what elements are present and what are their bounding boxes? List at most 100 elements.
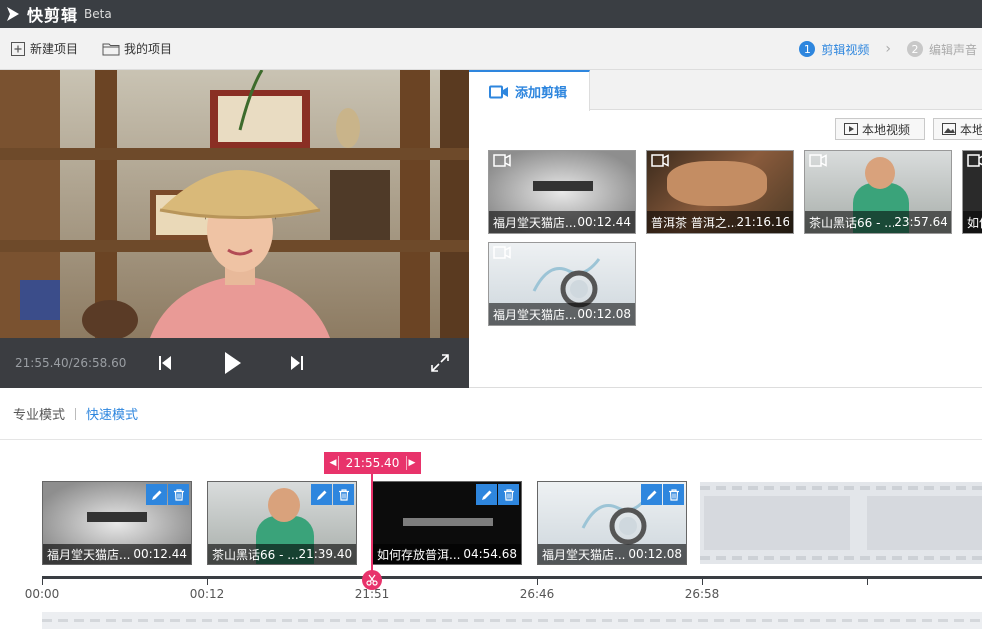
- video-camera-icon: [809, 154, 827, 167]
- quick-mode-tab[interactable]: 快速模式: [86, 404, 138, 423]
- player-controls: 21:55.40/26:58.60: [0, 338, 469, 388]
- edit-clip-button[interactable]: [311, 484, 332, 505]
- media-library: 添加剪辑 本地视频 本地 福月堂天猫店... 00:12.44 普洱茶 普洱之.…: [469, 70, 982, 388]
- clip-caption: 普洱茶 普洱之... 21:16.16: [647, 211, 793, 233]
- clip-duration: 21:39.40: [298, 547, 352, 561]
- ruler-tick: [207, 576, 208, 585]
- pencil-icon: [481, 490, 491, 500]
- clip-splash-image: [532, 258, 601, 308]
- ruler-tick: [702, 576, 703, 585]
- step-edit-video[interactable]: 1 剪辑视频: [799, 41, 869, 58]
- delete-clip-button[interactable]: [168, 484, 189, 505]
- ruler-tick: [537, 576, 538, 585]
- media-clip[interactable]: 茶山黑话66 - ... 23:57.64: [804, 150, 952, 234]
- step-indicator: 1 剪辑视频 › 2 编辑声音: [799, 28, 977, 70]
- local-video-button[interactable]: 本地视频: [835, 118, 925, 140]
- app-name: 快剪辑: [27, 6, 79, 25]
- delete-clip-button[interactable]: [333, 484, 354, 505]
- media-clip[interactable]: 福月堂天猫店... 00:12.44: [488, 150, 636, 234]
- step-edit-audio[interactable]: 2 编辑声音: [906, 41, 977, 58]
- new-project-button[interactable]: 新建项目: [10, 40, 78, 57]
- clip-logo-text: [87, 512, 147, 522]
- nudge-left-icon[interactable]: ◀: [328, 458, 338, 468]
- video-camera-icon: [493, 246, 511, 259]
- delete-clip-button[interactable]: [498, 484, 519, 505]
- edit-clip-button[interactable]: [641, 484, 662, 505]
- step-label: 编辑声音: [928, 42, 977, 57]
- chevron-right-icon: ›: [885, 41, 891, 57]
- local-image-button[interactable]: 本地: [933, 118, 982, 140]
- clip-caption: 福月堂天猫店... 00:12.44: [43, 544, 191, 564]
- clip-title: 福月堂天猫店...: [47, 547, 131, 562]
- clip-title: 如何存放普洱...: [377, 547, 461, 562]
- playhead-time-tag[interactable]: ◀ 21:55.40 ▶: [324, 452, 421, 474]
- clip-title: 如何: [967, 215, 982, 230]
- clip-duration: 00:12.08: [628, 547, 682, 561]
- fullscreen-icon[interactable]: [431, 354, 449, 372]
- toolbar: 新建项目 我的项目 1 剪辑视频 › 2 编辑声音: [0, 28, 982, 70]
- pencil-icon: [316, 490, 326, 500]
- tab-add-clips-label: 添加剪辑: [515, 86, 568, 101]
- skip-next-icon[interactable]: [290, 355, 304, 371]
- clip-duration: 00:12.08: [577, 307, 631, 321]
- plus-box-icon: [11, 41, 25, 56]
- audio-track-strip[interactable]: [42, 612, 982, 629]
- film-play-icon: [844, 123, 858, 135]
- media-clip[interactable]: 如何: [962, 150, 982, 234]
- media-clip[interactable]: 普洱茶 普洱之... 21:16.16: [646, 150, 794, 234]
- clip-title: 福月堂天猫店...: [493, 307, 577, 322]
- title-bar: 快剪辑 Beta: [0, 0, 982, 28]
- clip-person-face: [865, 157, 895, 189]
- video-preview[interactable]: [0, 70, 469, 338]
- media-clip[interactable]: 福月堂天猫店... 00:12.08: [488, 242, 636, 326]
- clip-duration: 04:54.68: [463, 547, 517, 561]
- video-camera-icon: [651, 154, 669, 167]
- clip-caption: 福月堂天猫店... 00:12.08: [538, 544, 686, 564]
- clip-duration: 00:12.44: [133, 547, 187, 561]
- playback-time: 21:55.40/26:58.60: [15, 356, 127, 370]
- edit-clip-button[interactable]: [146, 484, 167, 505]
- scissors-icon: [366, 574, 378, 586]
- step-number: 1: [799, 41, 816, 57]
- delete-clip-button[interactable]: [663, 484, 684, 505]
- video-camera-icon: [489, 85, 508, 98]
- clip-caption: 茶山黑话66 - ... 21:39.40: [208, 544, 356, 564]
- edit-clip-button[interactable]: [476, 484, 497, 505]
- clip-title: 福月堂天猫店...: [542, 547, 626, 562]
- ruler-tick-label: 26:46: [519, 587, 555, 601]
- playhead-time: 21:55.40: [338, 456, 407, 470]
- my-projects-button[interactable]: 我的项目: [102, 40, 172, 57]
- timeline-clip[interactable]: 如何存放普洱... 04:54.68: [372, 481, 522, 565]
- clip-caption: 如何: [963, 211, 982, 233]
- clip-person-face: [268, 488, 300, 522]
- nudge-right-icon[interactable]: ▶: [407, 458, 417, 468]
- pencil-icon: [646, 490, 656, 500]
- app-logo-icon: [7, 7, 19, 21]
- step-number: 2: [906, 41, 923, 57]
- video-camera-icon: [493, 154, 511, 167]
- image-icon: [942, 123, 956, 135]
- media-tabbar: 添加剪辑: [469, 70, 982, 111]
- pro-mode-tab[interactable]: 专业模式: [13, 404, 65, 423]
- ruler-tick-label: 00:12: [189, 587, 225, 601]
- ruler-tick: [42, 576, 43, 585]
- folder-icon: [102, 43, 120, 55]
- split-clip-button[interactable]: [362, 570, 382, 590]
- timeline-clip[interactable]: 福月堂天猫店... 00:12.08: [537, 481, 687, 565]
- tab-add-clips[interactable]: 添加剪辑: [469, 70, 590, 111]
- clip-duration: 21:16.16: [736, 215, 789, 229]
- skip-previous-icon[interactable]: [158, 355, 172, 371]
- timeline-clip[interactable]: 福月堂天猫店... 00:12.44: [42, 481, 192, 565]
- clip-caption: 福月堂天猫店... 00:12.08: [489, 303, 635, 325]
- clip-duration: 00:12.44: [577, 215, 631, 229]
- video-frame-image: [0, 70, 469, 338]
- playhead-line[interactable]: [371, 470, 373, 582]
- step-label: 剪辑视频: [821, 42, 870, 57]
- timeline-clip[interactable]: 茶山黑话66 - ... 21:39.40: [207, 481, 357, 565]
- time-ruler[interactable]: [42, 576, 982, 579]
- play-icon[interactable]: [224, 351, 242, 375]
- trash-icon: [668, 488, 679, 501]
- new-project-label: 新建项目: [30, 42, 79, 56]
- trash-icon: [503, 488, 514, 501]
- my-projects-label: 我的项目: [124, 42, 173, 56]
